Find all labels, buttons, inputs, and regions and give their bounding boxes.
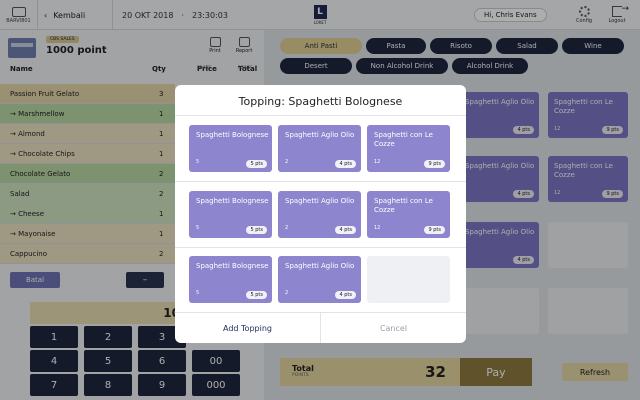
- topping-points: 5 pts: [246, 226, 267, 234]
- divider: [175, 181, 466, 182]
- topping-points: 4 pts: [335, 226, 356, 234]
- topping-points: 5 pts: [246, 291, 267, 299]
- topping-name: Spaghetti Bolognese: [196, 131, 269, 139]
- topping-qty: 12: [374, 225, 381, 231]
- topping-card[interactable]: Spaghetti con Le Cozze 12 9 pts: [367, 125, 450, 172]
- topping-qty: 2: [285, 225, 289, 231]
- topping-card[interactable]: Spaghetti Bolognese 5 5 pts: [189, 191, 272, 238]
- topping-name: Spaghetti con Le Cozze: [374, 131, 433, 148]
- topping-qty: 12: [374, 159, 381, 165]
- topping-card[interactable]: Spaghetti Bolognese 5 5 pts: [189, 256, 272, 303]
- topping-qty: 5: [196, 290, 200, 296]
- topping-name: Spaghetti Bolognese: [196, 197, 269, 205]
- cancel-button[interactable]: Cancel: [321, 313, 466, 343]
- topping-qty: 2: [285, 290, 289, 296]
- topping-name: Spaghetti Bolognese: [196, 262, 269, 270]
- topping-points: 9 pts: [424, 226, 445, 234]
- divider: [175, 247, 466, 248]
- topping-modal: Topping: Spaghetti Bolognese Spaghetti B…: [175, 85, 466, 343]
- topping-card[interactable]: Spaghetti Aglio Olio 2 4 pts: [278, 125, 361, 172]
- topping-card[interactable]: Spaghetti Bolognese 5 5 pts: [189, 125, 272, 172]
- add-topping-button[interactable]: Add Topping: [175, 313, 320, 343]
- topping-points: 9 pts: [424, 160, 445, 168]
- modal-title: Topping: Spaghetti Bolognese: [238, 95, 403, 108]
- topping-name: Spaghetti Aglio Olio: [285, 262, 355, 270]
- topping-qty: 2: [285, 159, 289, 165]
- topping-card[interactable]: Spaghetti con Le Cozze 12 9 pts: [367, 191, 450, 238]
- topping-qty: 5: [196, 225, 200, 231]
- topping-card[interactable]: Spaghetti Aglio Olio 2 4 pts: [278, 191, 361, 238]
- topping-name: Spaghetti con Le Cozze: [374, 197, 433, 214]
- topping-card[interactable]: Spaghetti Aglio Olio 2 4 pts: [278, 256, 361, 303]
- topping-points: 4 pts: [335, 291, 356, 299]
- divider: [175, 115, 466, 116]
- empty-topping-slot: [367, 256, 450, 303]
- topping-qty: 5: [196, 159, 200, 165]
- topping-name: Spaghetti Aglio Olio: [285, 131, 355, 139]
- topping-points: 4 pts: [335, 160, 356, 168]
- topping-points: 5 pts: [246, 160, 267, 168]
- topping-name: Spaghetti Aglio Olio: [285, 197, 355, 205]
